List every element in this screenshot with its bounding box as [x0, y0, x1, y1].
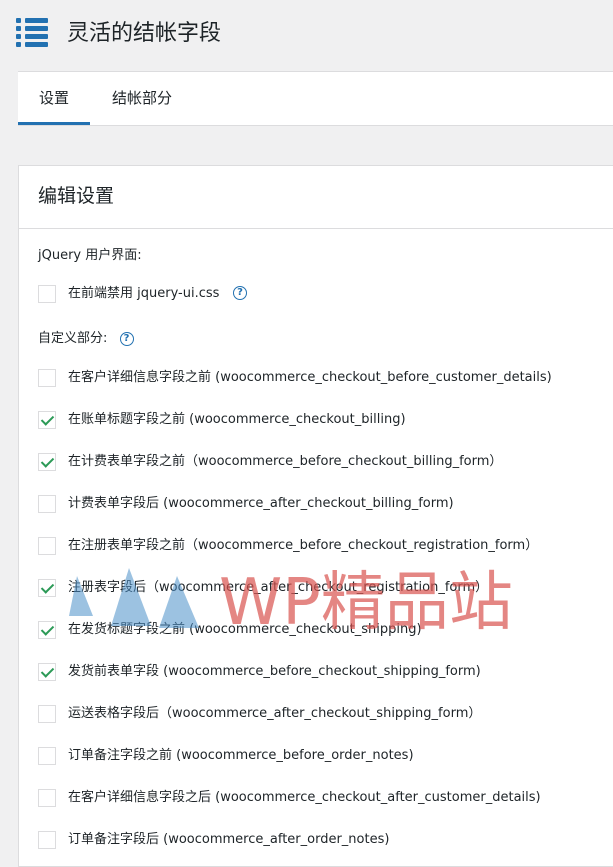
panel-title: 编辑设置	[38, 185, 115, 207]
tab-settings[interactable]: 设置	[18, 72, 90, 125]
option-label: 注册表字段后（woocommerce_after_checkout_regist…	[68, 580, 489, 595]
custom-sections-label-text: 自定义部分:	[38, 331, 108, 346]
tab-bar: 设置 结帐部分	[18, 71, 613, 126]
section-option[interactable]: 发货前表单字段 (woocommerce_before_checkout_shi…	[38, 663, 598, 685]
section-option[interactable]: 在计费表单字段之前（woocommerce_before_checkout_bi…	[38, 453, 598, 475]
checkbox[interactable]	[38, 285, 56, 303]
divider	[19, 228, 613, 229]
option-label: 在客户详细信息字段之前 (woocommerce_checkout_before…	[68, 370, 552, 385]
question-circle-icon[interactable]: ?	[233, 286, 247, 300]
checkbox[interactable]	[38, 705, 56, 723]
page-title: 灵活的结帐字段	[67, 21, 222, 46]
section-option[interactable]: 在客户详细信息字段之前 (woocommerce_checkout_before…	[38, 369, 598, 391]
section-option[interactable]: 在客户详细信息字段之后 (woocommerce_checkout_after_…	[38, 789, 598, 811]
checkbox[interactable]	[38, 453, 56, 471]
checkmark-icon	[40, 622, 55, 636]
settings-panel: 编辑设置 jQuery 用户界面: 在前端禁用 jquery-ui.css ? …	[18, 165, 613, 867]
tab-checkout-sections[interactable]: 结帐部分	[110, 72, 174, 125]
option-label: 订单备注字段后 (woocommerce_after_order_notes)	[68, 832, 390, 847]
checkmark-icon	[40, 664, 55, 678]
checkbox[interactable]	[38, 789, 56, 807]
checkbox[interactable]	[38, 831, 56, 849]
list-icon	[16, 18, 48, 48]
option-label: 计费表单字段后 (woocommerce_after_checkout_bill…	[68, 496, 454, 511]
section-option[interactable]: 在注册表单字段之前（woocommerce_before_checkout_re…	[38, 537, 598, 559]
checkbox[interactable]	[38, 411, 56, 429]
section-option[interactable]: 在账单标题字段之前 (woocommerce_checkout_billing)	[38, 411, 598, 433]
checkbox[interactable]	[38, 747, 56, 765]
section-option[interactable]: 在发货标题字段之前 (woocommerce_checkout_shipping…	[38, 621, 598, 643]
section-option[interactable]: 订单备注字段之前 (woocommerce_before_order_notes…	[38, 747, 598, 769]
option-label: 发货前表单字段 (woocommerce_before_checkout_shi…	[68, 664, 481, 679]
section-option[interactable]: 运送表格字段后（woocommerce_after_checkout_shipp…	[38, 705, 598, 727]
option-label: 运送表格字段后（woocommerce_after_checkout_shipp…	[68, 706, 482, 721]
section-option[interactable]: 注册表字段后（woocommerce_after_checkout_regist…	[38, 579, 598, 601]
option-label: 在客户详细信息字段之后 (woocommerce_checkout_after_…	[68, 790, 541, 805]
checkmark-icon	[40, 412, 55, 426]
option-label: 在账单标题字段之前 (woocommerce_checkout_billing)	[68, 412, 406, 427]
section-option[interactable]: 计费表单字段后 (woocommerce_after_checkout_bill…	[38, 495, 598, 517]
checkbox[interactable]	[38, 537, 56, 555]
option-label: 在前端禁用 jquery-ui.css	[68, 286, 220, 301]
page-header: 灵活的结帐字段	[0, 0, 613, 70]
checkmark-icon	[40, 580, 55, 594]
section-option[interactable]: 订单备注字段后 (woocommerce_after_order_notes)	[38, 831, 598, 853]
checkbox[interactable]	[38, 495, 56, 513]
question-circle-icon[interactable]: ?	[119, 331, 134, 346]
option-label: 在发货标题字段之前 (woocommerce_checkout_shipping…	[68, 622, 422, 637]
checkbox[interactable]	[38, 579, 56, 597]
option-disable-jquery-ui[interactable]: 在前端禁用 jquery-ui.css	[38, 285, 298, 307]
option-label: 在注册表单字段之前（woocommerce_before_checkout_re…	[68, 538, 539, 553]
option-label: 订单备注字段之前 (woocommerce_before_order_notes…	[68, 748, 414, 763]
option-label: 在计费表单字段之前（woocommerce_before_checkout_bi…	[68, 454, 503, 469]
checkbox[interactable]	[38, 369, 56, 387]
checkbox[interactable]	[38, 663, 56, 681]
checkmark-icon	[40, 454, 55, 468]
jquery-ui-label: jQuery 用户界面:	[38, 248, 142, 263]
checkbox[interactable]	[38, 621, 56, 639]
custom-sections-label: 自定义部分: ?	[38, 327, 134, 346]
